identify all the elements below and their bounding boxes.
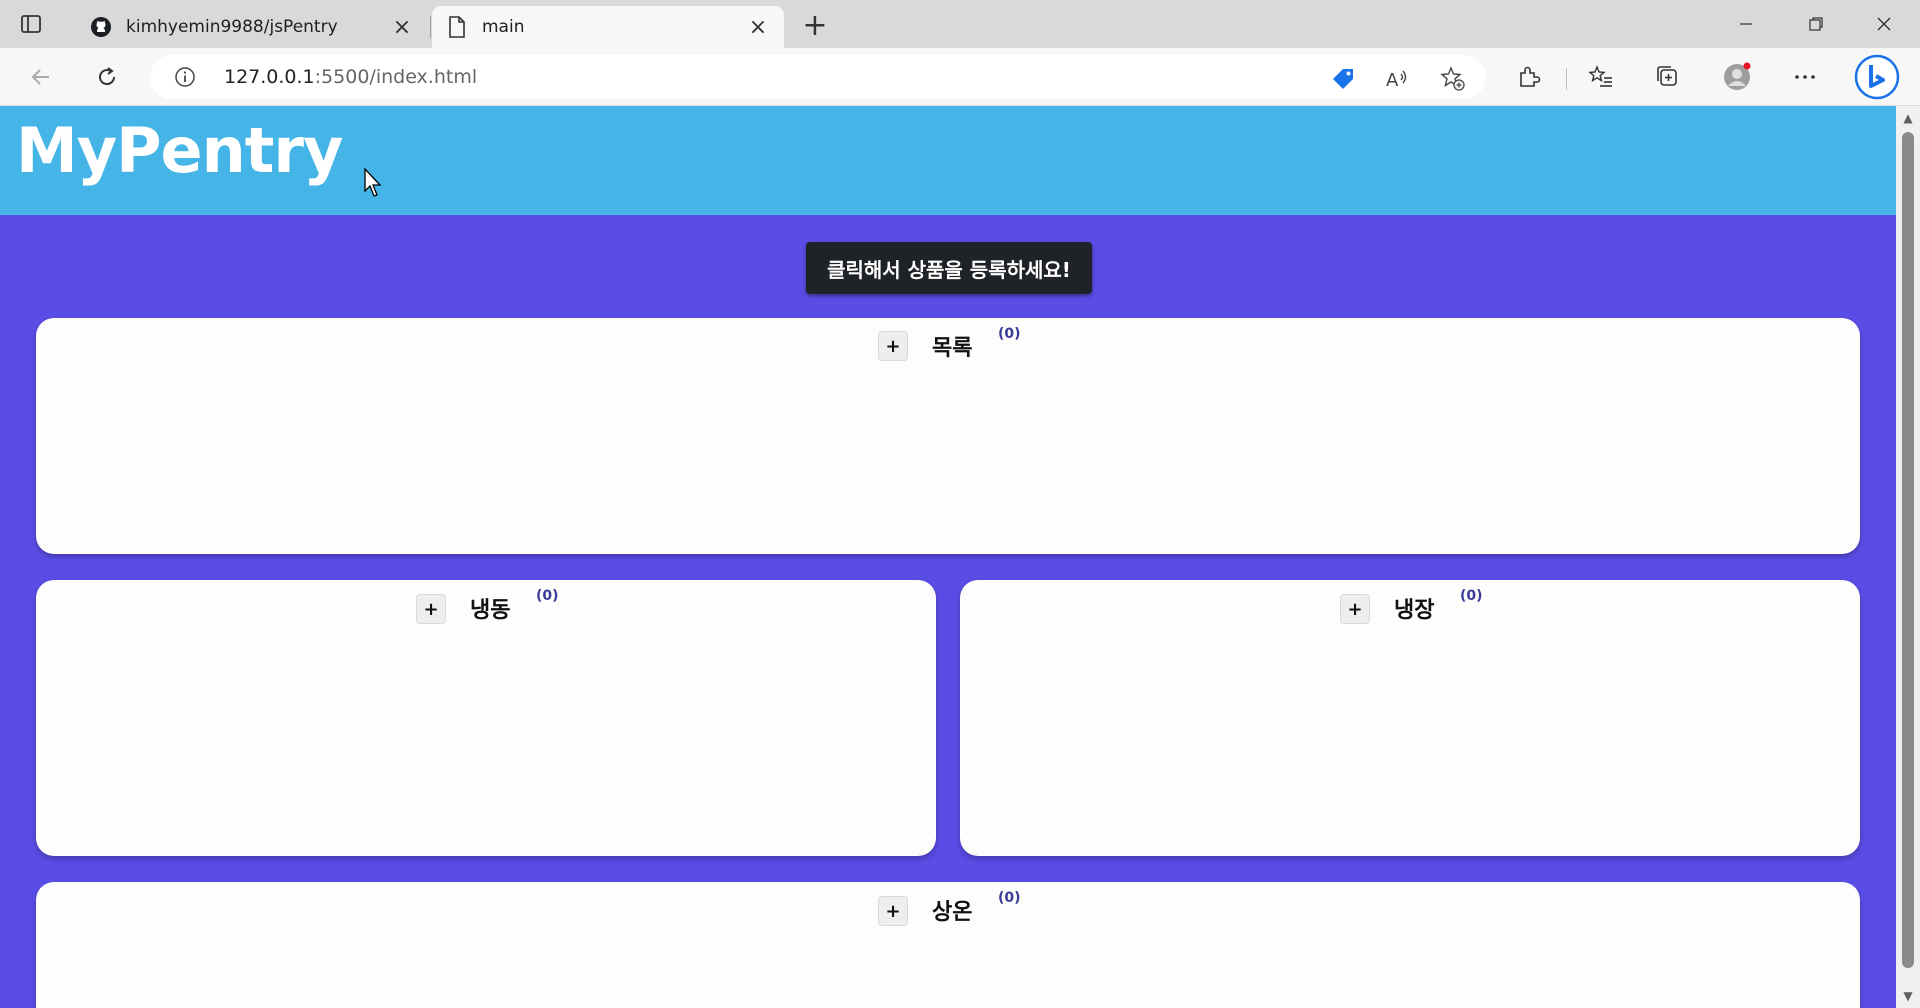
scroll-thumb[interactable]: [1902, 132, 1914, 968]
toolbar-divider: [1566, 68, 1567, 90]
panel-freezer: + 냉동 (0): [36, 580, 936, 856]
favorites-icon[interactable]: [1586, 62, 1616, 92]
add-favorite-icon[interactable]: [1440, 66, 1466, 92]
site-title[interactable]: MyPentry: [16, 114, 343, 187]
collections-icon[interactable]: [1652, 62, 1682, 92]
shopping-tag-icon[interactable]: [1330, 66, 1356, 92]
close-icon[interactable]: ×: [390, 15, 414, 40]
panel-title: 냉장: [1394, 598, 1435, 623]
tab-divider: [430, 16, 431, 38]
new-tab-icon[interactable]: +: [800, 8, 830, 43]
refresh-icon[interactable]: [90, 60, 124, 94]
tab-bar: kimhyemin9988/jsPentry × main × +: [0, 0, 1920, 48]
tab-github[interactable]: kimhyemin9988/jsPentry ×: [76, 6, 428, 48]
vertical-scrollbar[interactable]: ▲ ▼: [1896, 106, 1920, 1008]
panel-fridge: + 냉장 (0): [960, 580, 1860, 856]
panel-count: (0): [536, 588, 559, 604]
panel-title: 냉동: [470, 598, 511, 623]
mouse-cursor-icon: [364, 168, 382, 197]
extensions-icon[interactable]: [1514, 62, 1544, 92]
tab-title: main: [482, 17, 525, 37]
site-info-icon[interactable]: [174, 66, 196, 88]
url-text[interactable]: 127.0.0.1:5500/index.html: [224, 66, 477, 88]
svg-text:A: A: [1386, 70, 1399, 91]
page-icon: [446, 16, 468, 38]
panel-add-button[interactable]: +: [416, 594, 446, 624]
panel-list: + 목록 (0): [36, 318, 1860, 554]
panel-title: 목록: [932, 336, 973, 361]
panel-header: + 목록 (0): [36, 318, 1860, 378]
close-window-icon[interactable]: [1862, 8, 1906, 40]
back-icon[interactable]: [24, 60, 58, 94]
panel-count: (0): [1460, 588, 1483, 604]
address-bar[interactable]: 127.0.0.1:5500/index.html A: [150, 55, 1486, 99]
github-icon: [90, 16, 112, 38]
restore-icon[interactable]: [1794, 8, 1838, 40]
read-aloud-icon[interactable]: A: [1384, 66, 1410, 92]
panel-add-button[interactable]: +: [878, 896, 908, 926]
close-icon[interactable]: ×: [746, 15, 770, 40]
page-viewport: MyPentry 클릭해서 상품을 등록하세요! + 목록 (0) + 냉동 (…: [0, 106, 1896, 1008]
scroll-up-icon[interactable]: ▲: [1900, 110, 1916, 126]
register-product-button[interactable]: 클릭해서 상품을 등록하세요!: [806, 242, 1092, 294]
navigation-bar: 127.0.0.1:5500/index.html A: [0, 48, 1920, 106]
minimize-icon[interactable]: [1724, 8, 1768, 40]
site-header: MyPentry: [0, 106, 1896, 215]
tab-title: kimhyemin9988/jsPentry: [126, 17, 338, 37]
url-host: 127.0.0.1: [224, 66, 315, 88]
panel-add-button[interactable]: +: [1340, 594, 1370, 624]
panel-header: + 냉장 (0): [960, 580, 1860, 640]
panel-count: (0): [998, 890, 1021, 906]
scroll-down-icon[interactable]: ▼: [1900, 988, 1916, 1004]
panel-room-temp: + 상온 (0): [36, 882, 1860, 1008]
panel-add-button[interactable]: +: [878, 331, 908, 361]
more-options-icon[interactable]: [1790, 62, 1820, 92]
profile-avatar-icon[interactable]: [1722, 62, 1752, 92]
tab-main[interactable]: main ×: [432, 6, 784, 48]
panel-header: + 상온 (0): [36, 882, 1860, 942]
panel-title: 상온: [932, 900, 973, 925]
panel-count: (0): [998, 326, 1021, 342]
url-path: :5500/index.html: [314, 66, 478, 88]
tab-actions-icon[interactable]: [18, 11, 44, 37]
panel-header: + 냉동 (0): [36, 580, 936, 640]
bing-chat-icon[interactable]: [1854, 54, 1900, 100]
